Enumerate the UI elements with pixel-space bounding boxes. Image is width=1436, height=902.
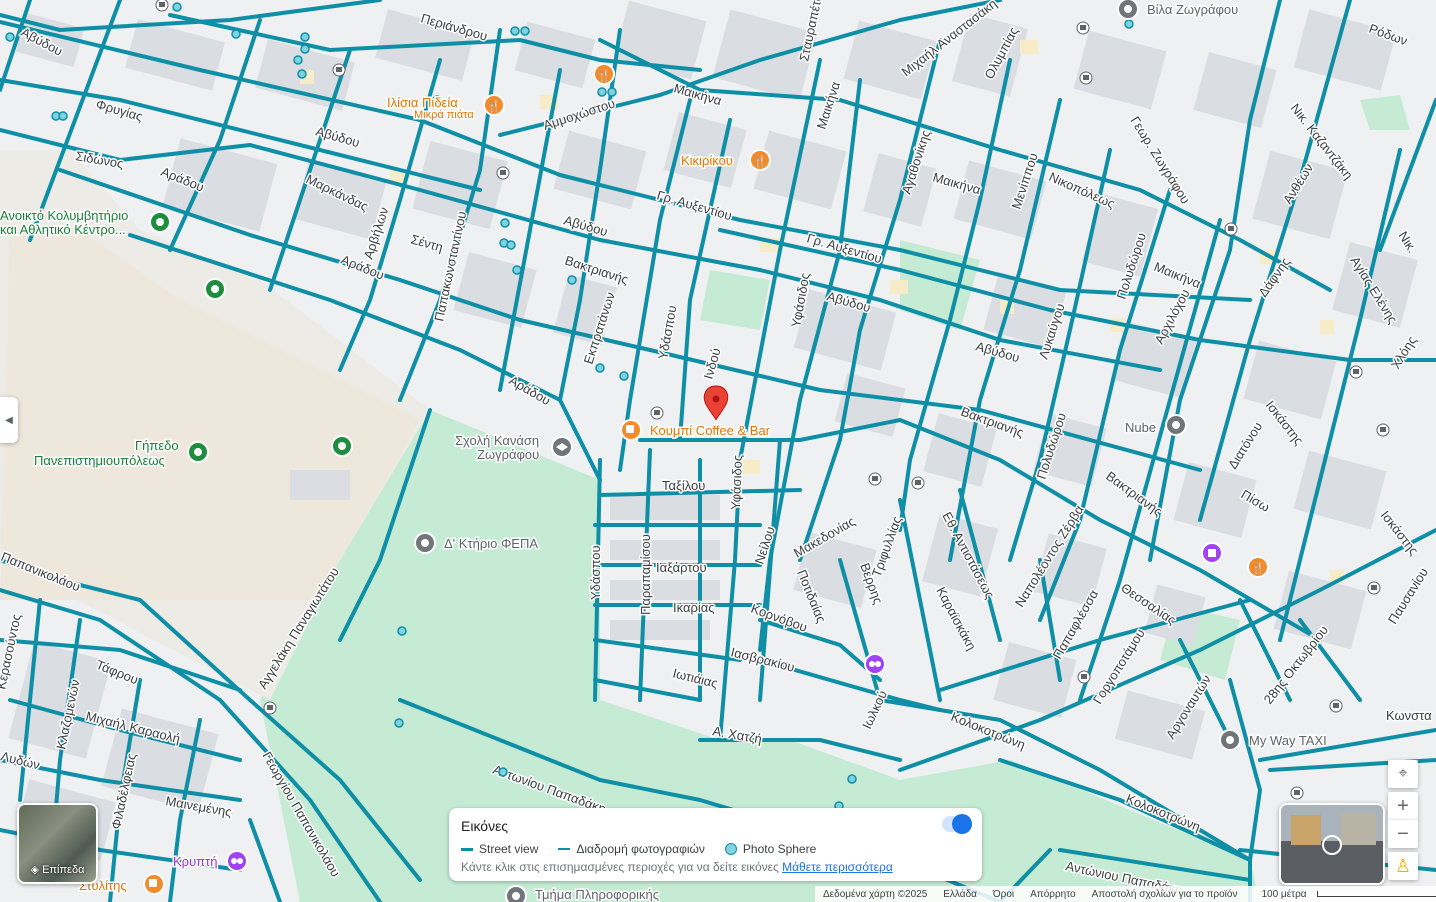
park-icon[interactable] [187, 441, 209, 463]
map-data-credit: Δεδομένα χάρτη ©2025 [823, 888, 928, 900]
legend-hint-row: Κάντε κλικ στις επισημασμένες περιοχές γ… [461, 860, 970, 874]
street-label: Υδάσπου [588, 545, 603, 600]
street-label: Παραπαμίσου [638, 534, 653, 615]
shopping-icon[interactable] [1201, 542, 1223, 564]
layers-text: Επίπεδα [42, 864, 85, 876]
zoom-out-button[interactable]: − [1388, 820, 1418, 848]
pegman-button[interactable]: ♙ [1388, 852, 1418, 880]
poi-label[interactable]: Τμήμα Πληροφορικής [534, 886, 661, 902]
svg-text:🍴: 🍴 [753, 155, 767, 168]
street-label: Υφάσιδος [728, 455, 745, 511]
country-link[interactable]: Ελλάδα [935, 889, 985, 900]
layers-button[interactable]: ◈ Επίπεδα [17, 803, 98, 884]
learn-more-link[interactable]: Μάθετε περισσότερα [782, 860, 893, 874]
layers-icon: ◈ [30, 864, 40, 876]
plus-icon: + [1397, 794, 1409, 817]
cafe-icon[interactable] [143, 873, 165, 895]
my-location-icon: ⌖ [1398, 765, 1408, 782]
legend-row: Street view Διαδρομή φωτογραφιών Photo S… [461, 842, 970, 856]
svg-text:🍴: 🍴 [1251, 562, 1265, 575]
street-view-preview-image [1281, 805, 1383, 883]
restaurant-icon[interactable]: 🍴 [593, 63, 615, 85]
street-label: Ικαρίας [673, 600, 715, 615]
photo-sphere-dot-icon [724, 843, 737, 855]
school-icon[interactable] [551, 436, 573, 458]
imagery-legend: Εικόνες Street view Διαδρομή φωτογραφιών… [449, 808, 982, 881]
poi-sublabel: και Αθλητικό Κέντρο... [0, 222, 126, 237]
minus-icon: − [1397, 822, 1409, 845]
scale-label: 100 μέτρα [1261, 888, 1307, 900]
poi-sublabel: Ζωγράφου [477, 447, 539, 462]
zoom-in-button[interactable]: + [1388, 792, 1418, 820]
layers-label: ◈ Επίπεδα [19, 863, 96, 876]
collapse-panel-button[interactable]: ◀ [0, 397, 18, 443]
poi-label[interactable]: Ανοικτό Κολυμβητήριο [0, 207, 130, 225]
park-icon[interactable] [204, 278, 226, 300]
svg-text:🍴: 🍴 [597, 69, 611, 82]
street-view-thumbnail[interactable] [1279, 803, 1385, 885]
toggle-knob [952, 814, 972, 834]
park-icon[interactable] [331, 435, 353, 457]
legend-hint: Κάντε κλικ στις επισημασμένες περιοχές γ… [461, 860, 779, 874]
cafe-icon[interactable] [620, 419, 642, 441]
poi-label[interactable]: Κρυπτή [172, 853, 220, 871]
terms-link[interactable]: Όροι [985, 889, 1022, 900]
theater-icon[interactable] [864, 653, 886, 675]
photo-route-dash-icon [558, 848, 571, 850]
pegman-icon: ♙ [1394, 855, 1412, 876]
poi-label[interactable]: Ιλίσια Πιδεία [386, 94, 460, 112]
legend-title: Εικόνες [461, 818, 509, 834]
poi-label[interactable]: Βίλα Ζωγράφου [1146, 1, 1240, 19]
street-label: Ταξίλου [662, 478, 705, 493]
restaurant-icon[interactable]: 🍴 [749, 149, 771, 171]
legend-street-view: Street view [479, 842, 539, 856]
legend-photo-route: Διαδρομή φωτογραφιών [576, 842, 705, 856]
svg-text:🍴: 🍴 [487, 100, 501, 113]
building-icon[interactable] [1165, 414, 1187, 436]
street-view-line-icon [461, 847, 473, 851]
poi-label[interactable]: Γήπεδο [134, 437, 181, 455]
poi-label[interactable]: Κουμπί Coffee & Bar [649, 422, 773, 440]
restaurant-icon[interactable]: 🍴 [1247, 556, 1269, 578]
my-location-button[interactable]: ⌖ [1388, 760, 1418, 788]
scale-bar [1317, 890, 1436, 897]
poi-label[interactable]: Δ' Κτήριο ΦΕΠΑ [443, 535, 540, 553]
poi-sublabel: Πανεπιστημιουπόλεως [34, 453, 165, 468]
poi-label[interactable]: Κικιρίκου [680, 152, 735, 170]
building-icon[interactable] [1219, 729, 1241, 751]
poi-label[interactable]: Σχολή Κανάση [454, 432, 541, 450]
map-footer: Δεδομένα χάρτη ©2025 Ελλάδα Όροι Απόρρητ… [815, 886, 1436, 902]
building-icon[interactable] [1117, 0, 1139, 20]
poi-label[interactable]: My Way TAXI [1248, 732, 1329, 750]
restaurant-icon[interactable]: 🍴 [483, 94, 505, 116]
chevron-left-icon: ◀ [5, 414, 13, 426]
park-icon[interactable] [149, 211, 171, 233]
privacy-link[interactable]: Απόρρητο [1022, 889, 1083, 900]
theater-icon[interactable] [226, 850, 248, 872]
building-icon[interactable] [505, 885, 527, 902]
scale-indicator[interactable]: 100 μέτρα [1245, 889, 1436, 900]
building-icon[interactable] [414, 532, 436, 554]
street-label: Κωνστα [1386, 708, 1432, 723]
street-label: Ιαξάρτου [656, 560, 707, 575]
poi-sublabel: Μικρά πιάτα [414, 109, 474, 121]
legend-photo-sphere: Photo Sphere [742, 842, 817, 856]
poi-label[interactable]: Nube [1124, 419, 1158, 437]
feedback-link[interactable]: Αποστολή σχολίων για το προϊόν [1084, 889, 1246, 900]
map-canvas[interactable]: Περιάνδρου Αβύδου Αβύδου Αβύδου Αβύδου Α… [0, 0, 1436, 902]
imagery-toggle[interactable] [942, 814, 972, 834]
